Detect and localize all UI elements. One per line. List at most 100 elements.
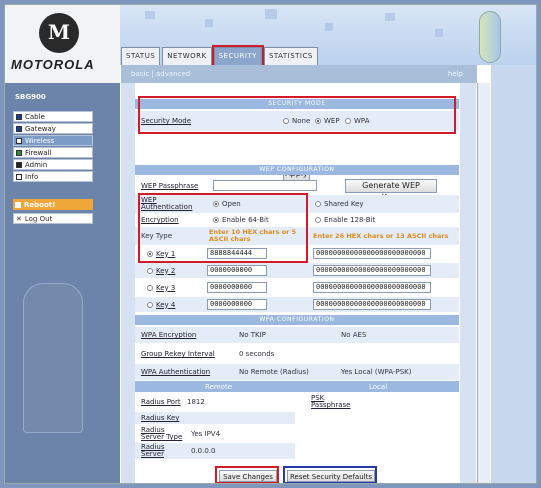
key-4-select[interactable]: Key 4 — [147, 301, 175, 309]
key-4-64bit-input[interactable]: 0000000000 — [207, 299, 267, 310]
main-tabs: STATUS NETWORK SECURITY STATISTICS — [121, 45, 320, 67]
close-icon: ✕ — [16, 214, 22, 223]
info-square-icon — [16, 173, 22, 180]
hint-64: Enter 10 HEX chars or 5 ASCII chars — [209, 228, 297, 243]
sidebar-item-gateway[interactable]: Gateway — [13, 123, 93, 134]
radio-selected-icon — [147, 250, 153, 257]
key-2-select[interactable]: Key 2 — [147, 267, 175, 275]
wireless-square-icon — [16, 137, 22, 144]
wpa-auth-radius: No Remote (Radius) — [239, 368, 309, 376]
radius-server-type-label: Radius Server Type — [141, 426, 183, 441]
security-mode-wep[interactable]: WEP — [315, 117, 340, 125]
radio-icon — [315, 201, 321, 207]
model-name: SBG900 — [15, 93, 46, 101]
group-rekey-value: 0 seconds — [239, 350, 275, 358]
key-3-128bit-input[interactable]: 00000000000000000000000000 — [313, 282, 431, 293]
security-mode-label[interactable]: Security Mode — [141, 117, 191, 125]
psk-passphrase-label: PSK Passphrase — [311, 394, 351, 409]
radius-server-type-value: Yes IPV4 — [191, 430, 221, 438]
key-1-128bit-input[interactable]: 00000000000000000000000000 — [313, 248, 431, 259]
remote-local-header: Remote Local — [135, 381, 459, 392]
group-rekey-label: Group Rekey Interval — [141, 350, 215, 358]
option-label: Enable 128-Bit — [324, 216, 376, 224]
local-heading: Local — [369, 382, 388, 391]
reboot-label: Reboot! — [24, 200, 56, 209]
sidebar-item-label: Cable — [25, 112, 45, 121]
subnav-basic[interactable]: basic — [131, 70, 149, 78]
wpa-auth-psk: Yes Local (WPA-PSK) — [341, 368, 412, 376]
admin-square-icon — [16, 161, 22, 168]
auth-shared-option[interactable]: Shared Key — [315, 200, 364, 208]
sidebar-item-label: Info — [25, 172, 39, 181]
sidebar-item-label: Wireless — [25, 136, 55, 145]
option-label: Enable 64-Bit — [222, 216, 269, 224]
wpa-aes-value: No AES — [341, 331, 367, 339]
radius-server-type-row: Radius Server Type Yes IPV4 — [135, 426, 295, 442]
wep-passphrase-label: WEP Passphrase — [141, 182, 199, 190]
subnav-advanced[interactable]: advanced — [156, 70, 190, 78]
key-4-128bit-input[interactable]: 00000000000000000000000000 — [313, 299, 431, 310]
key-4-row: Key 4 0000000000 00000000000000000000000… — [135, 297, 459, 312]
key-2-64bit-input[interactable]: 0000000000 — [207, 265, 267, 276]
wep-passphrase-input[interactable] — [213, 180, 317, 191]
content-right-margin — [460, 83, 476, 483]
save-changes-button[interactable]: Save Changes — [219, 470, 277, 482]
radio-icon — [283, 118, 289, 124]
tab-network[interactable]: NETWORK — [162, 47, 212, 65]
globe-icon — [479, 11, 501, 63]
radio-icon — [345, 118, 351, 124]
subnav-separator: | — [151, 70, 154, 78]
modem-illustration — [23, 283, 83, 433]
decorative-background — [491, 65, 536, 483]
logout-button[interactable]: ✕ Log Out — [13, 213, 93, 224]
key-label: Key 1 — [156, 249, 176, 258]
reset-security-defaults-button[interactable]: Reset Security Defaults — [287, 470, 375, 482]
sidebar-item-info[interactable]: Info — [13, 171, 93, 182]
brand-name: MOTOROLA — [11, 57, 95, 72]
enc-64-option[interactable]: Enable 64-Bit — [213, 216, 269, 224]
key-2-128bit-input[interactable]: 00000000000000000000000000 — [313, 265, 431, 276]
sidebar: SBG900 Cable Gateway Wireless Firewall A… — [5, 83, 120, 483]
generate-wep-keys-button[interactable]: Generate WEP Keys — [345, 179, 437, 202]
radio-icon — [315, 217, 321, 223]
content-left-margin — [121, 83, 135, 483]
key-1-64bit-input[interactable]: 8888844444 — [207, 248, 267, 259]
security-form: SECURITY MODE Security Mode None WEP WPA… — [135, 89, 459, 483]
save-button-wrap: Save Changes — [217, 468, 279, 483]
sidebar-item-admin[interactable]: Admin — [13, 159, 93, 170]
option-label: None — [292, 117, 311, 125]
key-2-row: Key 2 0000000000 00000000000000000000000… — [135, 263, 459, 278]
reboot-button[interactable]: Reboot! — [13, 199, 93, 210]
help-link[interactable]: help — [448, 65, 463, 83]
motorola-logo-icon: M — [39, 13, 79, 53]
wpa-auth-row: WPA Authentication No Remote (Radius) Ye… — [135, 364, 459, 380]
scrollbar[interactable] — [477, 83, 490, 483]
tab-statistics[interactable]: STATISTICS — [263, 47, 318, 65]
radius-server-value: 0.0.0.0 — [191, 447, 216, 455]
security-mode-wpa[interactable]: WPA — [345, 117, 369, 125]
key-1-select[interactable]: Key 1 — [147, 250, 175, 258]
wpa-auth-label: WPA Authentication — [141, 368, 211, 376]
security-mode-none[interactable]: None — [283, 117, 310, 125]
key-3-64bit-input[interactable]: 0000000000 — [207, 282, 267, 293]
sidebar-item-cable[interactable]: Cable — [13, 111, 93, 122]
radio-selected-icon — [213, 217, 219, 223]
enc-128-option[interactable]: Enable 128-Bit — [315, 216, 375, 224]
sidebar-item-firewall[interactable]: Firewall — [13, 147, 93, 158]
remote-heading: Remote — [205, 382, 233, 391]
tab-status[interactable]: STATUS — [121, 47, 161, 65]
option-label: WPA — [354, 117, 370, 125]
radius-port-row: Radius Port 1812 PSK Passphrase — [135, 393, 459, 411]
auth-open-option[interactable]: Open — [213, 200, 241, 208]
logo-area: M MOTOROLA — [5, 5, 120, 83]
logout-label: Log Out — [24, 214, 53, 223]
key-label: Key 2 — [156, 266, 176, 275]
key-3-select[interactable]: Key 3 — [147, 284, 175, 292]
radius-key-label: Radius Key — [141, 414, 180, 422]
sidebar-item-wireless[interactable]: Wireless — [13, 135, 93, 146]
encryption-row: Encryption Enable 64-Bit Enable 128-Bit — [135, 213, 459, 227]
sidebar-item-label: Firewall — [25, 148, 52, 157]
tab-security[interactable]: SECURITY — [211, 45, 264, 67]
sidebar-nav: Cable Gateway Wireless Firewall Admin In… — [13, 111, 93, 183]
encryption-label: Encryption — [141, 216, 179, 224]
